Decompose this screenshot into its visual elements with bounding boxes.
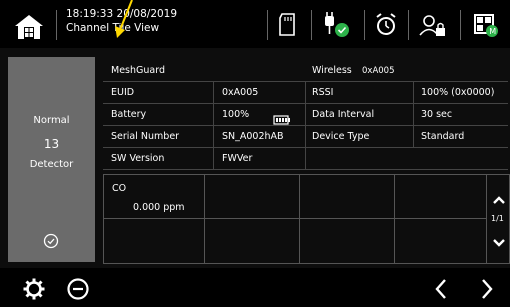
minus-circle-icon[interactable] [66, 277, 90, 305]
scroll-up-icon[interactable] [492, 190, 506, 209]
separator [311, 10, 312, 40]
wireless-value: 0xA005 [362, 66, 395, 76]
sd-card-icon[interactable] [278, 10, 298, 40]
euid-value: 0xA005 [222, 87, 259, 98]
separator [56, 10, 57, 40]
sensor-name: CO [112, 183, 127, 194]
sensor-tile[interactable]: CO 0.000 ppm [104, 175, 204, 218]
detector-status: Normal [33, 115, 70, 126]
power-plug-icon[interactable] [320, 10, 354, 40]
home-icon[interactable] [12, 12, 46, 42]
gear-icon[interactable] [22, 277, 46, 305]
bottom-bar [0, 268, 510, 307]
battery-value: 100% [222, 109, 250, 120]
check-circle-icon [43, 233, 59, 249]
interval-label: Data Interval [312, 109, 375, 120]
sensor-grid: CO 0.000 ppm 1/1 [103, 174, 510, 264]
detector-type: Detector [29, 159, 74, 170]
rssi-label: RSSI [312, 87, 334, 98]
wireless-label: Wireless [312, 65, 352, 76]
top-bar: 18:19:33 20/08/2019 Channel Tile View M [0, 0, 510, 48]
sw-version-value: FWVer [222, 153, 253, 164]
page-indicator: 1/1 [491, 214, 504, 223]
separator [364, 10, 365, 40]
user-lock-icon[interactable] [418, 10, 448, 40]
separator [408, 10, 409, 40]
device-name: MeshGuard [111, 65, 165, 76]
table-row: Battery 100% Data Interval 30 sec [103, 104, 508, 126]
serial-label: Serial Number [111, 131, 180, 142]
device-type-label: Device Type [312, 131, 370, 142]
chevron-right-icon[interactable] [478, 277, 496, 305]
interval-value: 30 sec [421, 109, 453, 120]
detector-number: 13 [43, 137, 60, 151]
sw-version-label: SW Version [111, 153, 165, 164]
time-text: 18:19:33 [66, 8, 114, 20]
svg-text:M: M [489, 27, 496, 36]
euid-label: EUID [111, 87, 135, 98]
detector-tile[interactable]: Normal 13 Detector [8, 57, 95, 262]
table-row: Serial Number SN_A002hAB Device Type Sta… [103, 126, 508, 148]
battery-label: Battery [111, 109, 147, 120]
table-row: EUID 0xA005 RSSI 100% (0x0000) [103, 82, 508, 104]
alarm-clock-icon[interactable] [374, 10, 398, 40]
device-type-value: Standard [421, 131, 465, 142]
chevron-left-icon[interactable] [432, 277, 450, 305]
separator [267, 10, 268, 40]
serial-value: SN_A002hAB [222, 131, 284, 142]
table-row: SW Version FWVer [103, 148, 508, 170]
separator [460, 10, 461, 40]
scroll-down-icon[interactable] [492, 233, 506, 252]
sensor-reading: 0.000 ppm [133, 202, 185, 213]
table-row: MeshGuard Wireless 0xA005 [103, 60, 508, 82]
annotation-arrow [113, 0, 135, 44]
layout-icon[interactable]: M [472, 10, 500, 40]
rssi-value: 100% (0x0000) [421, 87, 495, 98]
